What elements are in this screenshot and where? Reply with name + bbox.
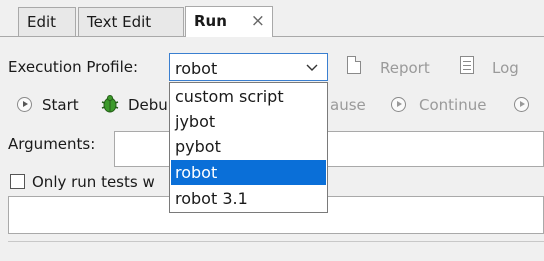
report-doc-icon <box>347 56 361 74</box>
continue-button[interactable]: Continue <box>419 95 486 115</box>
execution-profile-dropdown: custom script jybot pybot robot robot 3.… <box>169 82 328 213</box>
tab-edit-label: Edit <box>27 13 57 31</box>
debug-button[interactable]: Debu <box>128 95 168 115</box>
tab-edit[interactable]: Edit <box>18 7 76 36</box>
tab-run[interactable]: Run × <box>185 6 273 37</box>
execution-profile-value: robot <box>175 59 218 78</box>
dropdown-option[interactable]: robot 3.1 <box>171 186 326 211</box>
dropdown-option[interactable]: pybot <box>171 134 326 159</box>
arguments-label: Arguments: <box>8 135 96 153</box>
log-doc-icon <box>460 56 474 74</box>
start-play-icon <box>17 97 32 112</box>
dropdown-option-selected[interactable]: robot <box>171 160 326 185</box>
chevron-down-icon <box>306 64 318 71</box>
step-icon[interactable] <box>514 97 529 112</box>
tab-text-edit-label: Text Edit <box>87 13 152 31</box>
execution-profile-label: Execution Profile: <box>8 58 139 76</box>
log-button[interactable]: Log <box>492 58 519 78</box>
only-run-label: Only run tests w <box>32 173 155 191</box>
tab-text-edit[interactable]: Text Edit <box>78 7 184 36</box>
only-run-checkbox[interactable] <box>10 174 25 189</box>
continue-icon <box>391 97 406 112</box>
debug-bug-icon <box>101 95 119 113</box>
tab-run-label: Run <box>194 12 227 30</box>
dropdown-option[interactable]: custom script <box>171 84 326 109</box>
close-icon[interactable]: × <box>251 7 265 35</box>
dropdown-option[interactable]: jybot <box>171 109 326 134</box>
start-button[interactable]: Start <box>42 95 79 115</box>
divider <box>8 241 544 242</box>
report-button[interactable]: Report <box>380 58 430 78</box>
execution-profile-select[interactable]: robot <box>169 53 328 81</box>
pause-button[interactable]: ause <box>330 95 366 115</box>
